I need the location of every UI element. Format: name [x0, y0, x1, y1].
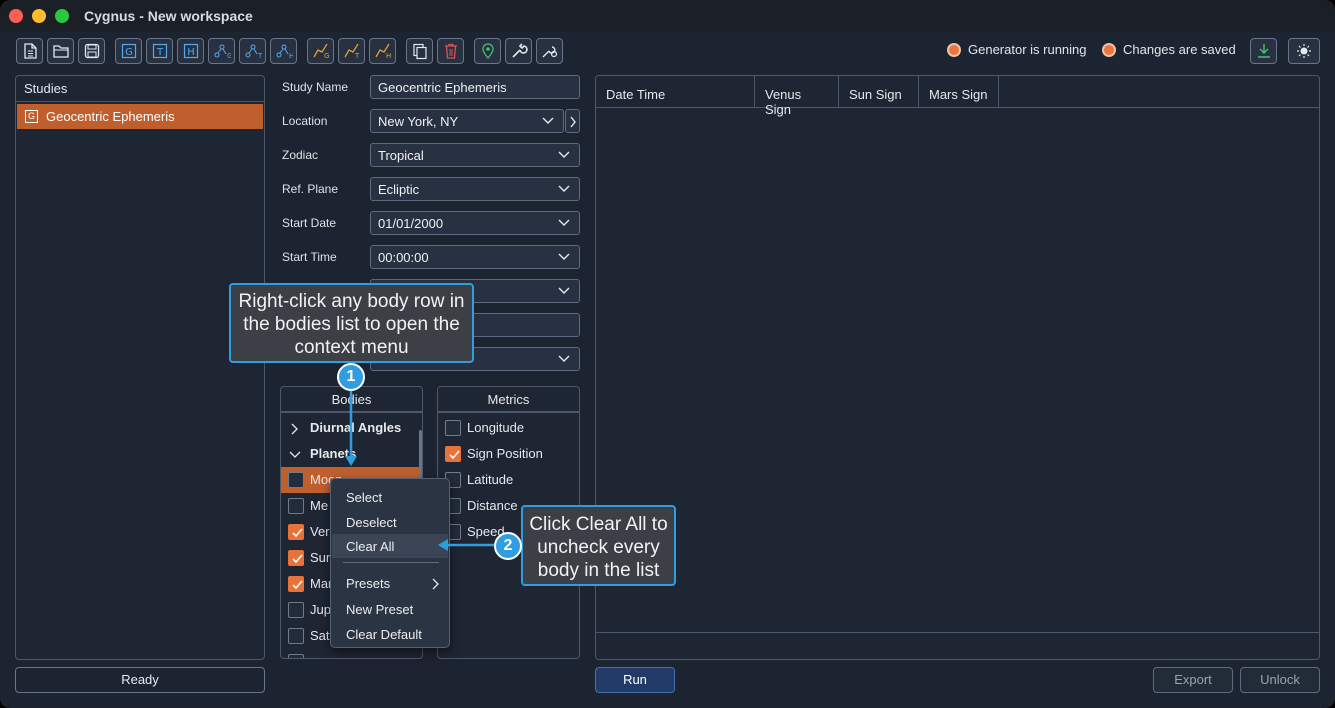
callout-line: uncheck every [537, 537, 660, 558]
annotation-arrows [345, 391, 494, 551]
callout-step-2: Click Clear All to uncheck every body in… [521, 505, 676, 586]
callout-line: body in the list [537, 560, 660, 581]
callout-line: Click Clear All to [529, 514, 668, 535]
callout-step-1: Right-click any body row in the bodies l… [229, 283, 474, 363]
step-badge-2: 2 [494, 532, 522, 560]
app-window: Cygnus - New workspace G T H G T H G T H… [0, 0, 1335, 708]
callout-line: the bodies list to open the [243, 314, 460, 335]
step-badge-1: 1 [337, 363, 365, 391]
callout-line: Right-click any body row in [238, 291, 465, 312]
callout-line: context menu [294, 337, 409, 358]
